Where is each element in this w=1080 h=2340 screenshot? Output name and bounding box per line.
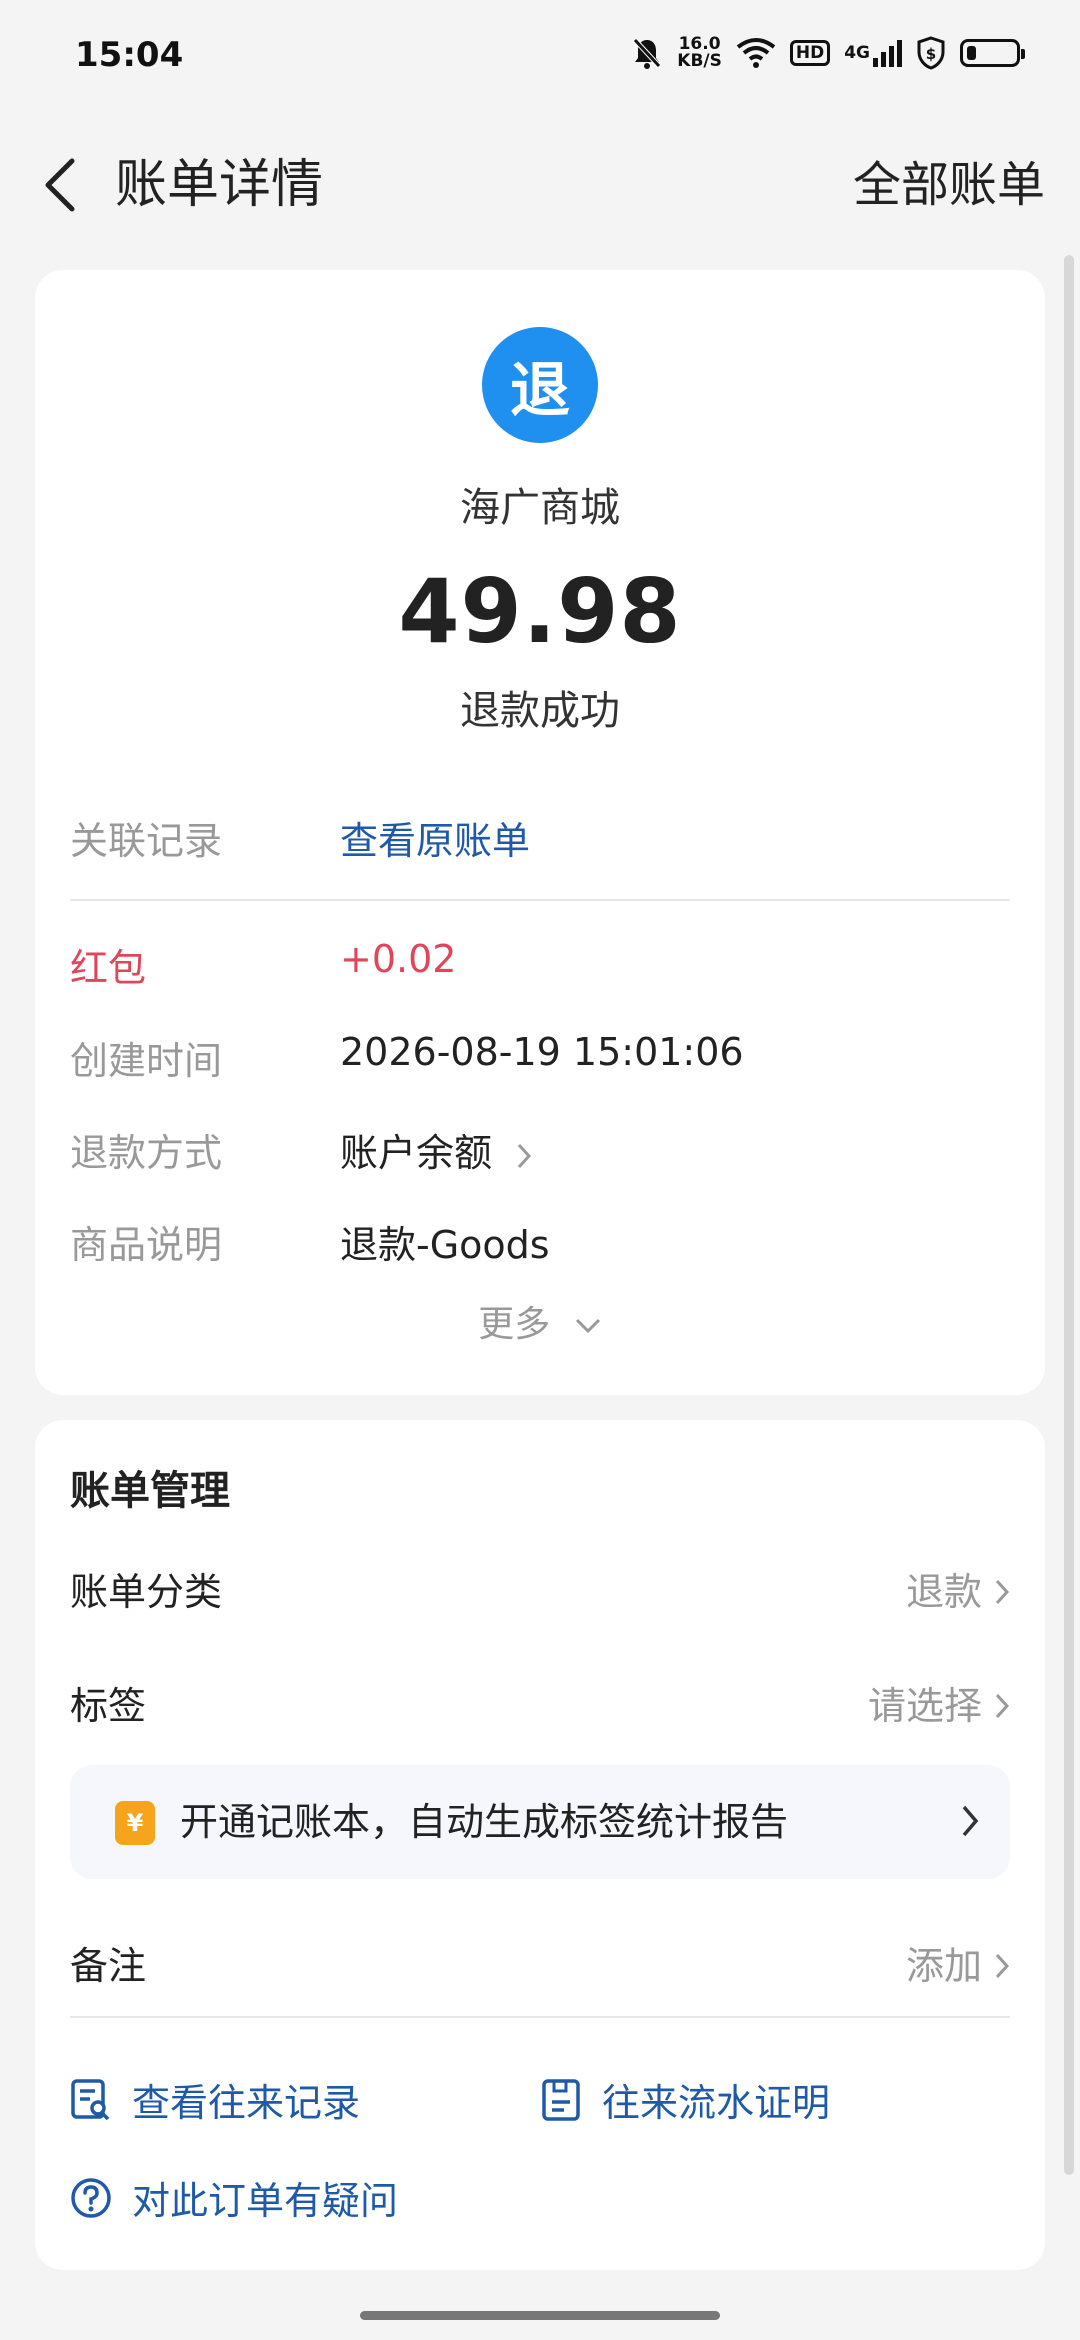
network-type: 4G [844,43,870,63]
refund-method-value[interactable]: 账户余额 [340,1122,532,1177]
note-value: 添加 [905,1944,982,1988]
page-title: 账单详情 [115,155,324,215]
signal-icon: 4G [844,38,902,68]
transaction-proof-button[interactable]: 往来流水证明 [540,2072,830,2127]
back-button[interactable] [30,152,90,218]
chevron-right-icon [962,1805,979,1837]
document-icon [542,2078,580,2121]
status-icons: 16.0 KB/S HD 4G $ [631,28,1025,78]
home-indicator[interactable] [360,2311,720,2320]
bill-management-card: 账单管理 账单分类 退款 标签 请选择 ¥ 开通记账本，自动生成标签统计报告 备… [35,1420,1045,2270]
chevron-right-icon [995,1693,1010,1719]
note-row[interactable]: 备注 添加 [70,1936,1010,1996]
bill-category-value: 退款 [905,1570,982,1614]
chevron-right-icon [995,1953,1010,1979]
divider [70,2016,1010,2018]
all-bills-button[interactable]: 全部账单 [853,152,1045,218]
add-note-button[interactable]: 添加 [906,1936,1010,1996]
bill-category-selector[interactable]: 退款 [906,1562,1010,1622]
note-label: 备注 [70,1944,147,1988]
hd-icon: HD [789,40,831,66]
mute-bell-icon [631,36,663,70]
transaction-proof-label: 往来流水证明 [602,2081,831,2125]
view-history-button[interactable]: 查看往来记录 [70,2072,360,2127]
bill-category-row[interactable]: 账单分类 退款 [70,1562,1010,1622]
record-search-icon [71,2078,110,2120]
status-bar: 15:04 16.0 KB/S HD 4G $ [0,0,1080,110]
product-desc-value: 退款-Goods [340,1223,550,1267]
net-speed-unit: KB/S [677,51,722,71]
tag-label: 标签 [70,1684,147,1728]
chevron-left-icon [45,158,75,212]
wifi-icon [736,37,776,69]
bill-category-label: 账单分类 [70,1570,223,1614]
battery-icon [960,39,1025,67]
title-bar: 账单详情 全部账单 [0,130,1080,240]
created-time-label: 创建时间 [70,1039,223,1083]
view-history-label: 查看往来记录 [132,2081,361,2125]
battery-fill [967,46,976,60]
bookkeeping-promo-banner[interactable]: ¥ 开通记账本，自动生成标签统计报告 [70,1765,1010,1879]
order-question-button[interactable]: 对此订单有疑问 [70,2170,398,2225]
red-packet-label: 红包 [70,946,147,990]
net-speed: 16.0 KB/S [677,36,722,70]
tag-value: 请选择 [867,1684,982,1728]
promo-text: 开通记账本，自动生成标签统计报告 [180,1800,789,1844]
scrollbar[interactable] [1064,255,1074,2175]
chevron-right-icon [995,1579,1010,1605]
tag-selector[interactable]: 请选择 [868,1676,1010,1736]
product-desc-label: 商品说明 [70,1223,223,1267]
bill-amount: 49.98 [398,560,682,663]
bookkeeping-icon: ¥ [115,1801,155,1845]
chevron-down-icon [575,1318,600,1334]
bill-status: 退款成功 [460,688,620,734]
order-question-label: 对此订单有疑问 [132,2179,399,2223]
created-time-value: 2026-08-19 15:01:06 [340,1030,744,1074]
bill-management-title: 账单管理 [70,1468,230,1514]
tag-row[interactable]: 标签 请选择 [70,1676,1010,1736]
shield-icon: $ [916,36,946,70]
status-time: 15:04 [75,35,184,75]
chevron-right-icon [517,1143,532,1168]
refund-method-text: 账户余额 [340,1131,493,1175]
more-label: 更多 [478,1304,551,1345]
more-button[interactable]: 更多 [35,1295,1045,1347]
bill-detail-card: 退 海广商城 49.98 退款成功 关联记录 查看原账单 红包 +0.02 创建… [35,270,1045,1395]
merchant-name: 海广商城 [460,485,620,531]
divider [70,899,1010,901]
refund-method-label: 退款方式 [70,1131,223,1175]
related-record-label: 关联记录 [70,819,223,863]
view-original-bill-link[interactable]: 查看原账单 [340,810,530,865]
question-circle-icon [71,2177,111,2218]
merchant-logo: 退 [482,327,598,443]
red-packet-value: +0.02 [340,937,457,981]
svg-text:$: $ [926,45,936,63]
